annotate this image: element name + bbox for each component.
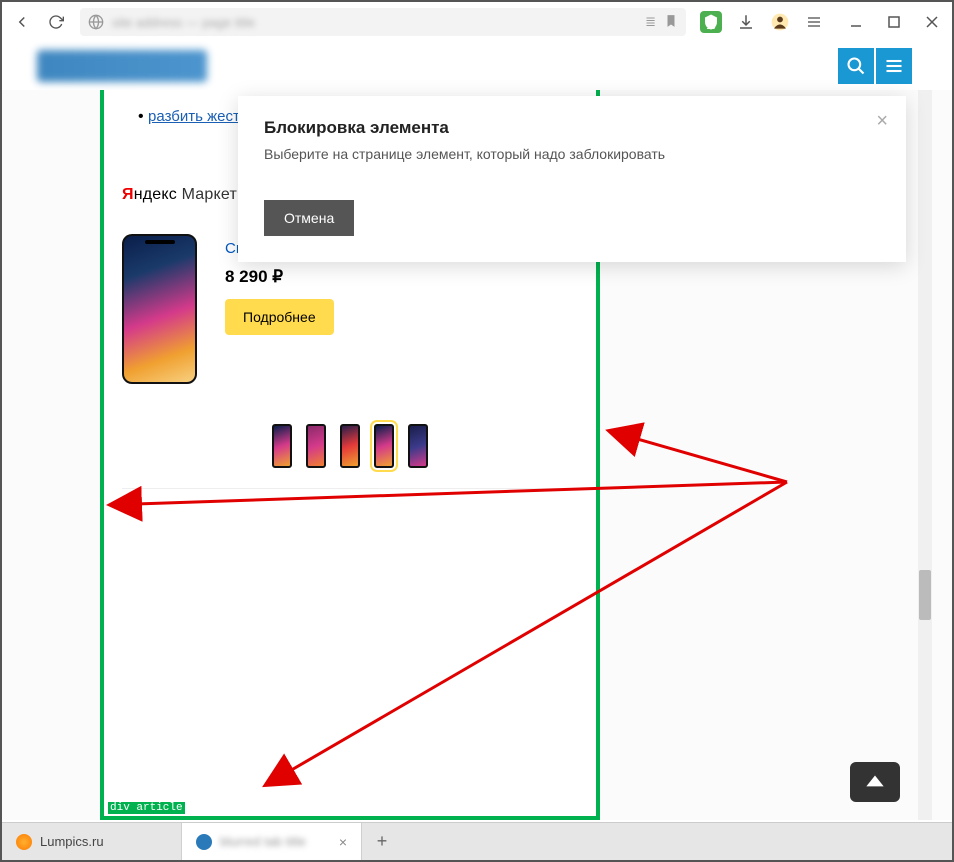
thumbnail[interactable] bbox=[272, 424, 292, 468]
adblock-extension-icon[interactable]: 16 bbox=[700, 11, 722, 33]
site-logo[interactable] bbox=[37, 50, 207, 82]
tab-active[interactable]: blurred tab title × bbox=[182, 823, 362, 860]
menu-button[interactable] bbox=[804, 12, 824, 32]
thumbnail[interactable] bbox=[306, 424, 326, 468]
window-close-button[interactable] bbox=[922, 12, 942, 32]
thumbnail[interactable] bbox=[340, 424, 360, 468]
block-element-dialog: × Блокировка элемента Выберите на страни… bbox=[238, 96, 906, 262]
new-tab-button[interactable]: + bbox=[362, 823, 402, 860]
vertical-scrollbar[interactable] bbox=[918, 90, 932, 820]
article-link[interactable]: разбить жестк bbox=[148, 108, 246, 125]
reload-button[interactable] bbox=[46, 12, 66, 32]
product-price: 8 290 ₽ bbox=[225, 267, 447, 287]
tab[interactable]: Lumpics.ru bbox=[2, 823, 182, 860]
tab-title: blurred tab title bbox=[220, 834, 306, 849]
profile-button[interactable] bbox=[770, 12, 790, 32]
dialog-title: Блокировка элемента bbox=[264, 118, 880, 138]
dialog-subtitle: Выберите на странице элемент, который на… bbox=[264, 146, 880, 162]
thumbnail[interactable] bbox=[408, 424, 428, 468]
bookmark-icon[interactable] bbox=[664, 14, 678, 28]
scroll-to-top-button[interactable] bbox=[850, 762, 900, 802]
tab-close-icon[interactable]: × bbox=[339, 834, 347, 850]
cancel-button[interactable]: Отмена bbox=[264, 200, 354, 236]
window-maximize-button[interactable] bbox=[884, 12, 904, 32]
tab-strip: Lumpics.ru blurred tab title × + bbox=[2, 822, 952, 860]
window-minimize-button[interactable] bbox=[846, 12, 866, 32]
scrollbar-thumb[interactable] bbox=[919, 570, 931, 620]
product-thumbnails bbox=[122, 424, 578, 489]
thumbnail-selected[interactable] bbox=[374, 424, 394, 468]
globe-icon bbox=[88, 14, 104, 30]
site-header bbox=[2, 42, 952, 90]
tab-title: Lumpics.ru bbox=[40, 834, 104, 849]
hamburger-menu-button[interactable] bbox=[876, 48, 912, 84]
favicon bbox=[16, 834, 32, 850]
product-image[interactable] bbox=[122, 234, 197, 384]
browser-toolbar: site address — page title ≣ 16 bbox=[2, 2, 952, 42]
back-button[interactable] bbox=[12, 12, 32, 32]
close-icon[interactable]: × bbox=[876, 110, 888, 133]
address-bar[interactable]: site address — page title ≣ bbox=[80, 8, 686, 36]
yandex-market-logo[interactable]: Яндекс Маркет bbox=[122, 186, 237, 204]
downloads-button[interactable] bbox=[736, 12, 756, 32]
element-selector-tag: div article bbox=[108, 802, 185, 814]
favicon bbox=[196, 834, 212, 850]
details-button[interactable]: Подробнее bbox=[225, 299, 334, 335]
address-text: site address — page title bbox=[112, 15, 637, 30]
reader-mode-icon[interactable]: ≣ bbox=[645, 14, 656, 30]
search-button[interactable] bbox=[838, 48, 874, 84]
